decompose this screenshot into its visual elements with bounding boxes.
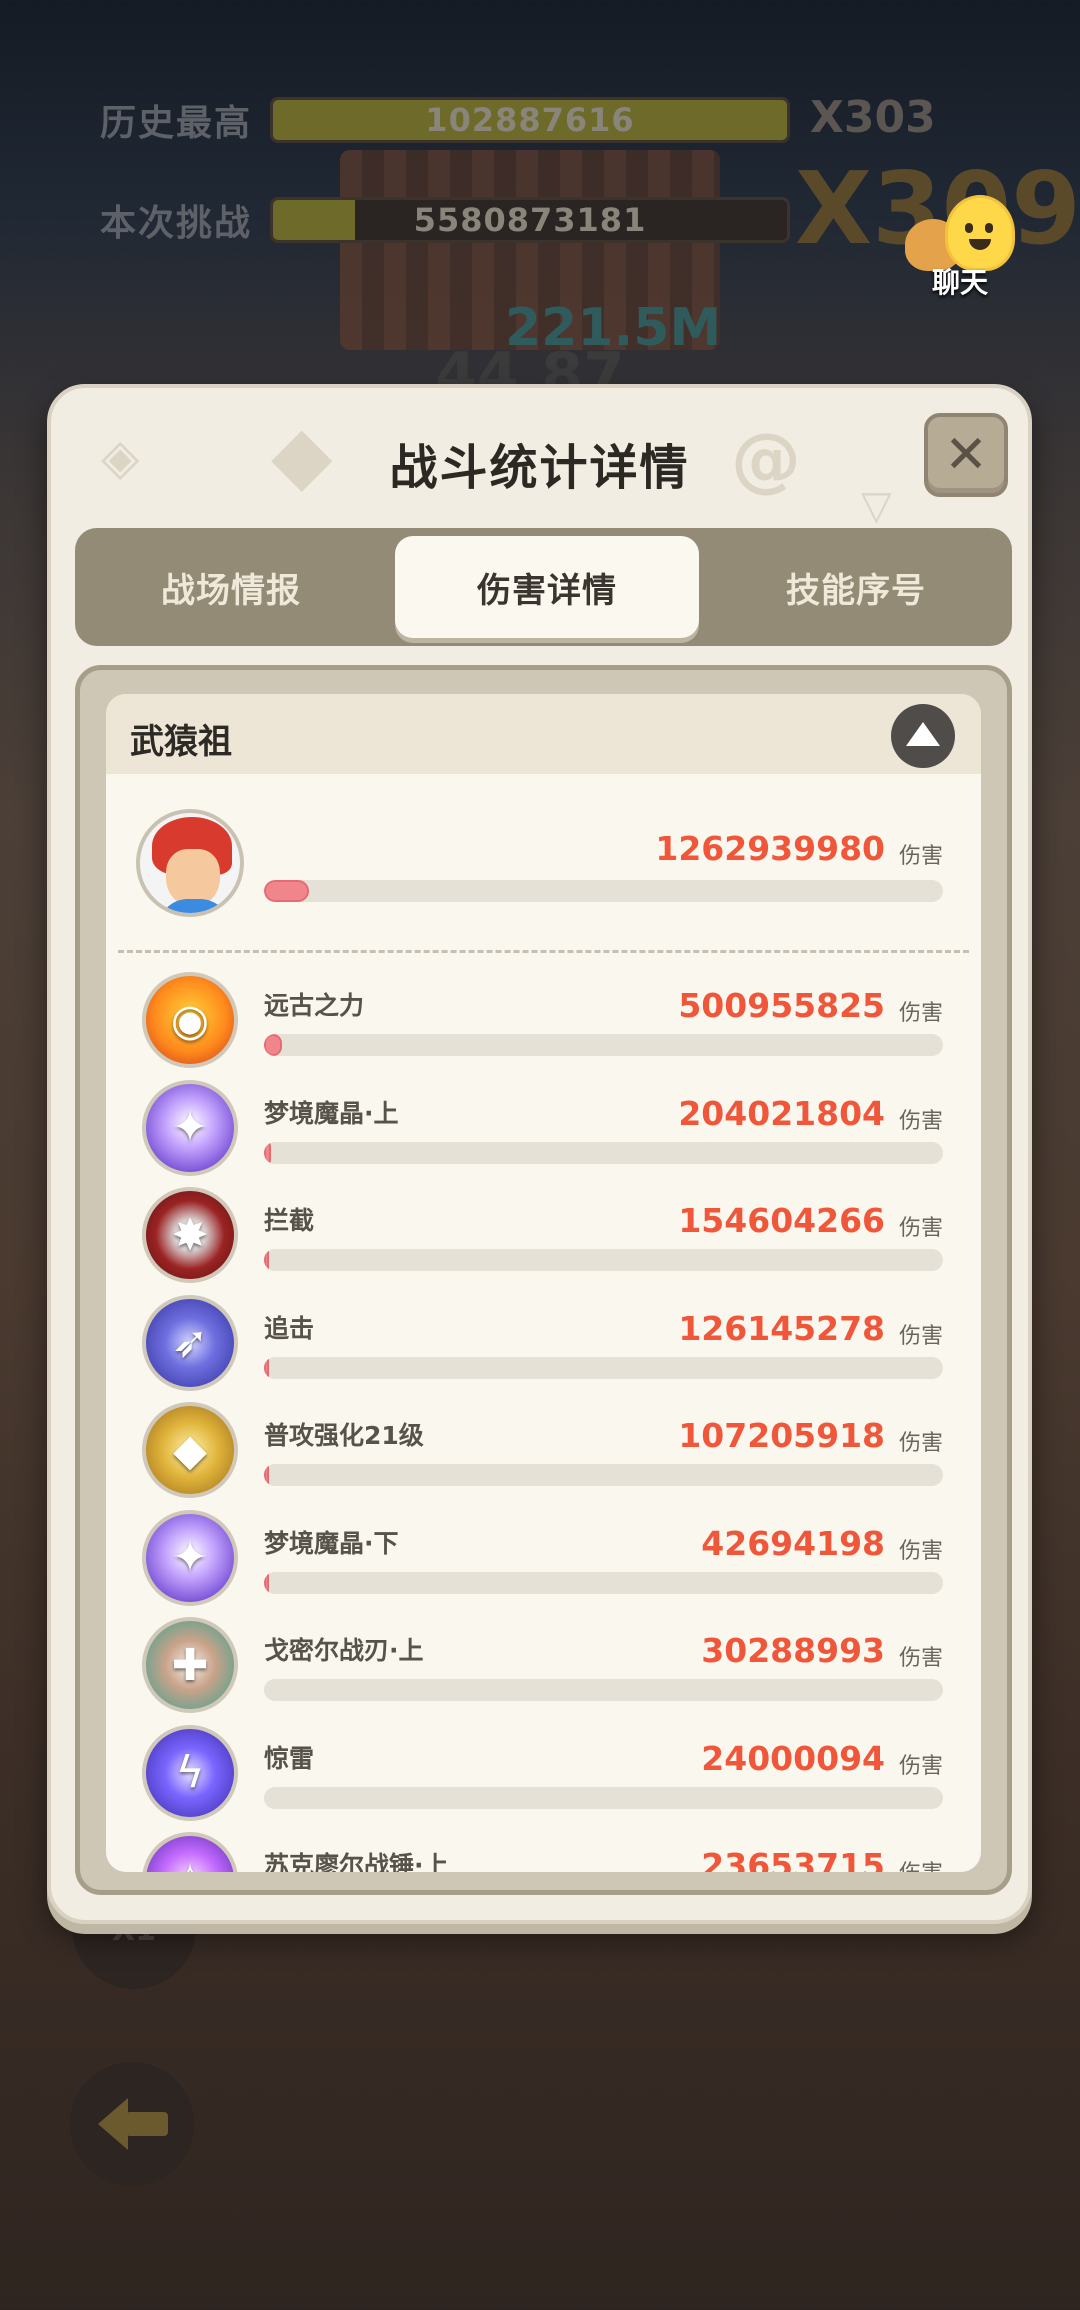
skill-damage-value: 126145278 (678, 1308, 885, 1348)
hero-damage-value: 1262939980 (655, 829, 885, 868)
skill-damage-bar (264, 1356, 943, 1379)
skill-damage-value: 154604266 (678, 1201, 885, 1240)
skill-name: 拦截 (264, 1206, 315, 1235)
skill-damage-unit: 伤害 (899, 1855, 943, 1872)
skill-damage-unit: 伤害 (898, 1323, 943, 1349)
current-score-bar: 5580873181 (270, 197, 790, 243)
best-multiplier: X303 (810, 92, 936, 143)
current-score-label: 本次挑战 (100, 203, 253, 244)
collapse-button[interactable] (891, 704, 955, 768)
ancient-power-icon: ◉ (142, 972, 238, 1068)
skill-damage-bar (264, 1249, 943, 1271)
skill-damage-bar (264, 1464, 943, 1486)
tab-damage-details[interactable]: 伤害详情 (395, 536, 699, 638)
skill-damage-bar (264, 1141, 943, 1164)
skill-name: 戈密尔战刃·上 (264, 1636, 424, 1665)
skill-damage-bar (264, 1571, 943, 1594)
divider (118, 950, 969, 953)
war-hammer-icon: ✧ (142, 1832, 238, 1872)
skill-damage-value: 30288993 (701, 1631, 885, 1670)
skill-damage-unit: 伤害 (898, 1108, 943, 1134)
skill-damage-value: 204021804 (678, 1093, 885, 1133)
best-score-row: 历史最高 102887616 (100, 94, 790, 146)
chevron-up-icon (906, 722, 940, 746)
skill-name: 梦境魔晶·下 (264, 1528, 399, 1558)
skill-damage-value: 107205918 (678, 1416, 885, 1455)
skill-damage-bar (264, 1034, 943, 1056)
skill-damage-unit: 伤害 (898, 1216, 943, 1241)
best-score-bar: 102887616 (270, 97, 790, 143)
skill-name: 梦境魔晶·上 (264, 1098, 399, 1128)
war-blade-icon: ✚ (142, 1617, 238, 1713)
back-button[interactable] (70, 2062, 194, 2186)
skill-damage-bar (264, 1679, 943, 1701)
tab-battlefield-intel[interactable]: 战场情报 (75, 528, 387, 646)
thunder-icon: ϟ (142, 1724, 238, 1821)
best-score-label: 历史最高 (100, 103, 253, 144)
tab-bar: 战场情报 伤害详情 技能序号 (75, 528, 1012, 646)
close-button[interactable]: ✕ (924, 413, 1008, 497)
current-score-row: 本次挑战 5580873181 (100, 194, 790, 246)
skill-name: 远古之力 (264, 991, 365, 1020)
skill-damage-bar (264, 1786, 943, 1809)
intercept-icon: ✸ (142, 1187, 238, 1283)
attack-boost-icon: ◆ (142, 1402, 238, 1498)
chat-mascot-icon (945, 195, 1015, 271)
skill-damage-value: 42694198 (701, 1523, 885, 1563)
skill-name: 追击 (264, 1313, 315, 1343)
skill-name: 惊雷 (264, 1743, 315, 1773)
chat-label: 聊天 (931, 266, 988, 299)
tab-skill-sequence[interactable]: 技能序号 (700, 528, 1012, 646)
best-score-value: 102887616 (425, 101, 635, 139)
dream-crystal-icon: ✦ (142, 1079, 238, 1176)
pursuit-icon: ➶ (142, 1294, 238, 1391)
skill-damage-unit: 伤害 (898, 1538, 943, 1564)
hero-damage-bar (264, 880, 943, 902)
skill-name: 苏克廖尔战锤·上 (264, 1851, 449, 1872)
skill-damage-unit: 伤害 (898, 1646, 943, 1671)
skill-damage-value: 500955825 (678, 986, 885, 1025)
hero-avatar (136, 809, 244, 917)
battle-stats-dialog: ◈ ◆ @ ▽ 战斗统计详情 ✕ 战场情报 伤害详情 技能序号 武猿祖 1262… (47, 384, 1032, 1924)
skill-damage-unit: 伤害 (898, 1431, 943, 1456)
skill-damage-value: 23653715 (701, 1846, 885, 1872)
close-icon: ✕ (944, 425, 988, 485)
group-title: 武猿祖 (130, 722, 232, 762)
skill-damage-value: 24000094 (701, 1738, 885, 1778)
current-score-value: 5580873181 (413, 201, 647, 239)
skill-name: 普攻强化21级 (264, 1421, 424, 1450)
chat-button[interactable]: 聊天 (905, 195, 1015, 305)
damage-panel: 武猿祖 1262939980 伤害 ◉ 远古之力 500955825 伤害 ✦ 梦境魔晶·… (75, 665, 1012, 1895)
damage-list[interactable]: 武猿祖 1262939980 伤害 ◉ 远古之力 500955825 伤害 ✦ 梦境魔晶·… (106, 694, 981, 1872)
hero-damage-unit: 伤害 (898, 844, 943, 869)
group-header[interactable]: 武猿祖 (106, 694, 981, 774)
dialog-title: 战斗统计详情 (389, 440, 690, 496)
dream-crystal-icon: ✦ (142, 1509, 238, 1606)
skill-damage-unit: 伤害 (898, 1753, 943, 1779)
back-arrow-icon (98, 2098, 128, 2150)
skill-damage-unit: 伤害 (898, 1001, 943, 1026)
